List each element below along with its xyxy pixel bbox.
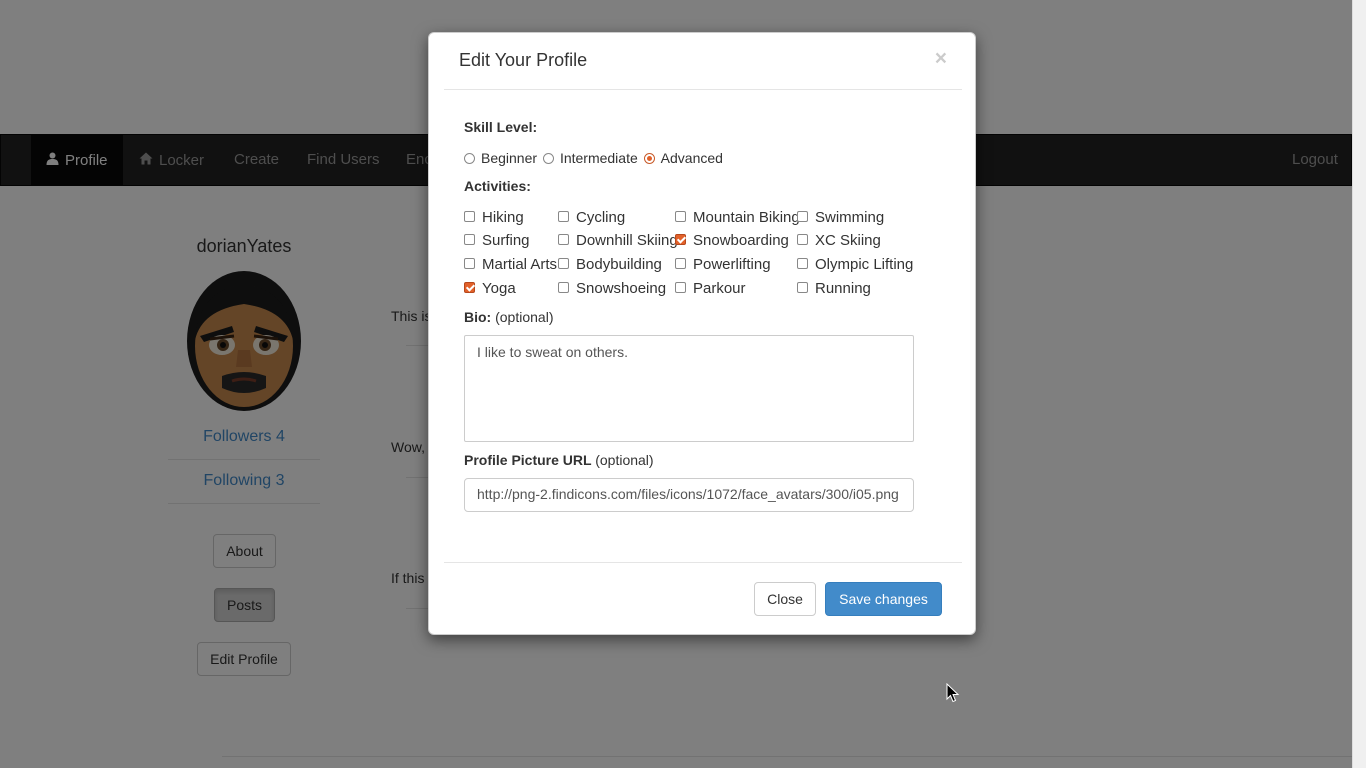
activity-label: Cycling xyxy=(576,209,626,226)
radio-label: Intermediate xyxy=(559,150,638,166)
bio-label: Bio: (optional) xyxy=(464,309,553,325)
activities-label: Activities: xyxy=(464,178,531,194)
activity-label: Mountain Biking xyxy=(693,209,800,226)
skill-option-intermediate[interactable]: Intermediate xyxy=(542,150,638,166)
checkbox[interactable] xyxy=(558,234,569,245)
checkbox[interactable] xyxy=(558,211,569,222)
activity-label: Hiking xyxy=(482,209,524,226)
picture-url-label-text: Profile Picture URL xyxy=(464,452,592,468)
bio-textarea[interactable]: I like to sweat on others. xyxy=(464,335,914,442)
activity-label: Running xyxy=(815,280,871,297)
checkbox[interactable] xyxy=(797,282,808,293)
checkbox[interactable] xyxy=(464,282,475,293)
checkbox[interactable] xyxy=(675,211,686,222)
skill-option-beginner[interactable]: Beginner xyxy=(464,150,537,166)
activity-snowshoeing[interactable]: Snowshoeing xyxy=(558,280,666,297)
radio-intermediate[interactable] xyxy=(542,153,554,164)
activity-bodybuilding[interactable]: Bodybuilding xyxy=(558,256,662,273)
picture-url-label: Profile Picture URL (optional) xyxy=(464,452,654,468)
activity-hiking[interactable]: Hiking xyxy=(464,209,524,226)
picture-url-optional-hint: (optional) xyxy=(595,452,654,468)
activity-olympic-lifting[interactable]: Olympic Lifting xyxy=(797,256,913,273)
modal-title: Edit Your Profile xyxy=(459,50,588,70)
activity-martial-arts[interactable]: Martial Arts xyxy=(464,256,557,273)
activity-label: Swimming xyxy=(815,209,885,226)
activity-label: Powerlifting xyxy=(693,256,771,273)
activity-yoga[interactable]: Yoga xyxy=(464,280,516,297)
checkbox[interactable] xyxy=(797,211,808,222)
activity-label: Olympic Lifting xyxy=(815,256,914,273)
activity-downhill-skiing[interactable]: Downhill Skiing xyxy=(558,232,678,249)
modal-header: Edit Your Profile × xyxy=(444,33,962,90)
edit-profile-modal: Edit Your Profile × Skill Level: Beginne… xyxy=(428,32,976,635)
activity-label: Martial Arts xyxy=(482,256,558,273)
radio-label: Advanced xyxy=(660,150,723,166)
checkbox[interactable] xyxy=(464,234,475,245)
activity-label: Yoga xyxy=(482,280,516,297)
mouse-cursor-icon xyxy=(946,683,960,703)
checkbox[interactable] xyxy=(464,211,475,222)
picture-url-input[interactable]: http://png-2.findicons.com/files/icons/1… xyxy=(464,478,914,512)
checkbox[interactable] xyxy=(464,258,475,269)
activity-surfing[interactable]: Surfing xyxy=(464,232,530,249)
checkbox[interactable] xyxy=(675,258,686,269)
checkbox[interactable] xyxy=(558,282,569,293)
activity-powerlifting[interactable]: Powerlifting xyxy=(675,256,771,273)
activity-label: Downhill Skiing xyxy=(576,232,678,249)
radio-label: Beginner xyxy=(481,150,538,166)
radio-beginner[interactable] xyxy=(464,153,475,164)
activity-cycling[interactable]: Cycling xyxy=(558,209,625,226)
activity-snowboarding[interactable]: Snowboarding xyxy=(675,232,789,249)
skill-level-group: Beginner Intermediate Advanced xyxy=(464,150,725,166)
close-icon[interactable]: × xyxy=(935,47,947,71)
activity-label: Surfing xyxy=(482,232,530,249)
activity-running[interactable]: Running xyxy=(797,280,871,297)
activity-label: Parkour xyxy=(693,280,746,297)
activity-swimming[interactable]: Swimming xyxy=(797,209,884,226)
close-button[interactable]: Close xyxy=(754,582,816,616)
activity-parkour[interactable]: Parkour xyxy=(675,280,746,297)
activity-mountain-biking[interactable]: Mountain Biking xyxy=(675,209,800,226)
radio-advanced[interactable] xyxy=(643,153,655,164)
checkbox[interactable] xyxy=(675,282,686,293)
activity-label: Snowshoeing xyxy=(576,280,667,297)
activity-label: Snowboarding xyxy=(693,232,789,249)
skill-option-advanced[interactable]: Advanced xyxy=(643,150,723,166)
bio-label-text: Bio: xyxy=(464,309,492,325)
page-scrollbar[interactable] xyxy=(1352,0,1366,768)
checkbox[interactable] xyxy=(797,234,808,245)
activity-label: XC Skiing xyxy=(815,232,881,249)
checkbox[interactable] xyxy=(797,258,808,269)
activity-xc-skiing[interactable]: XC Skiing xyxy=(797,232,881,249)
modal-footer-divider xyxy=(444,562,962,563)
bio-optional-hint: (optional) xyxy=(495,309,554,325)
activity-label: Bodybuilding xyxy=(576,256,662,273)
save-changes-button[interactable]: Save changes xyxy=(825,582,942,616)
checkbox[interactable] xyxy=(558,258,569,269)
skill-level-label: Skill Level: xyxy=(464,119,538,135)
checkbox[interactable] xyxy=(675,234,686,245)
